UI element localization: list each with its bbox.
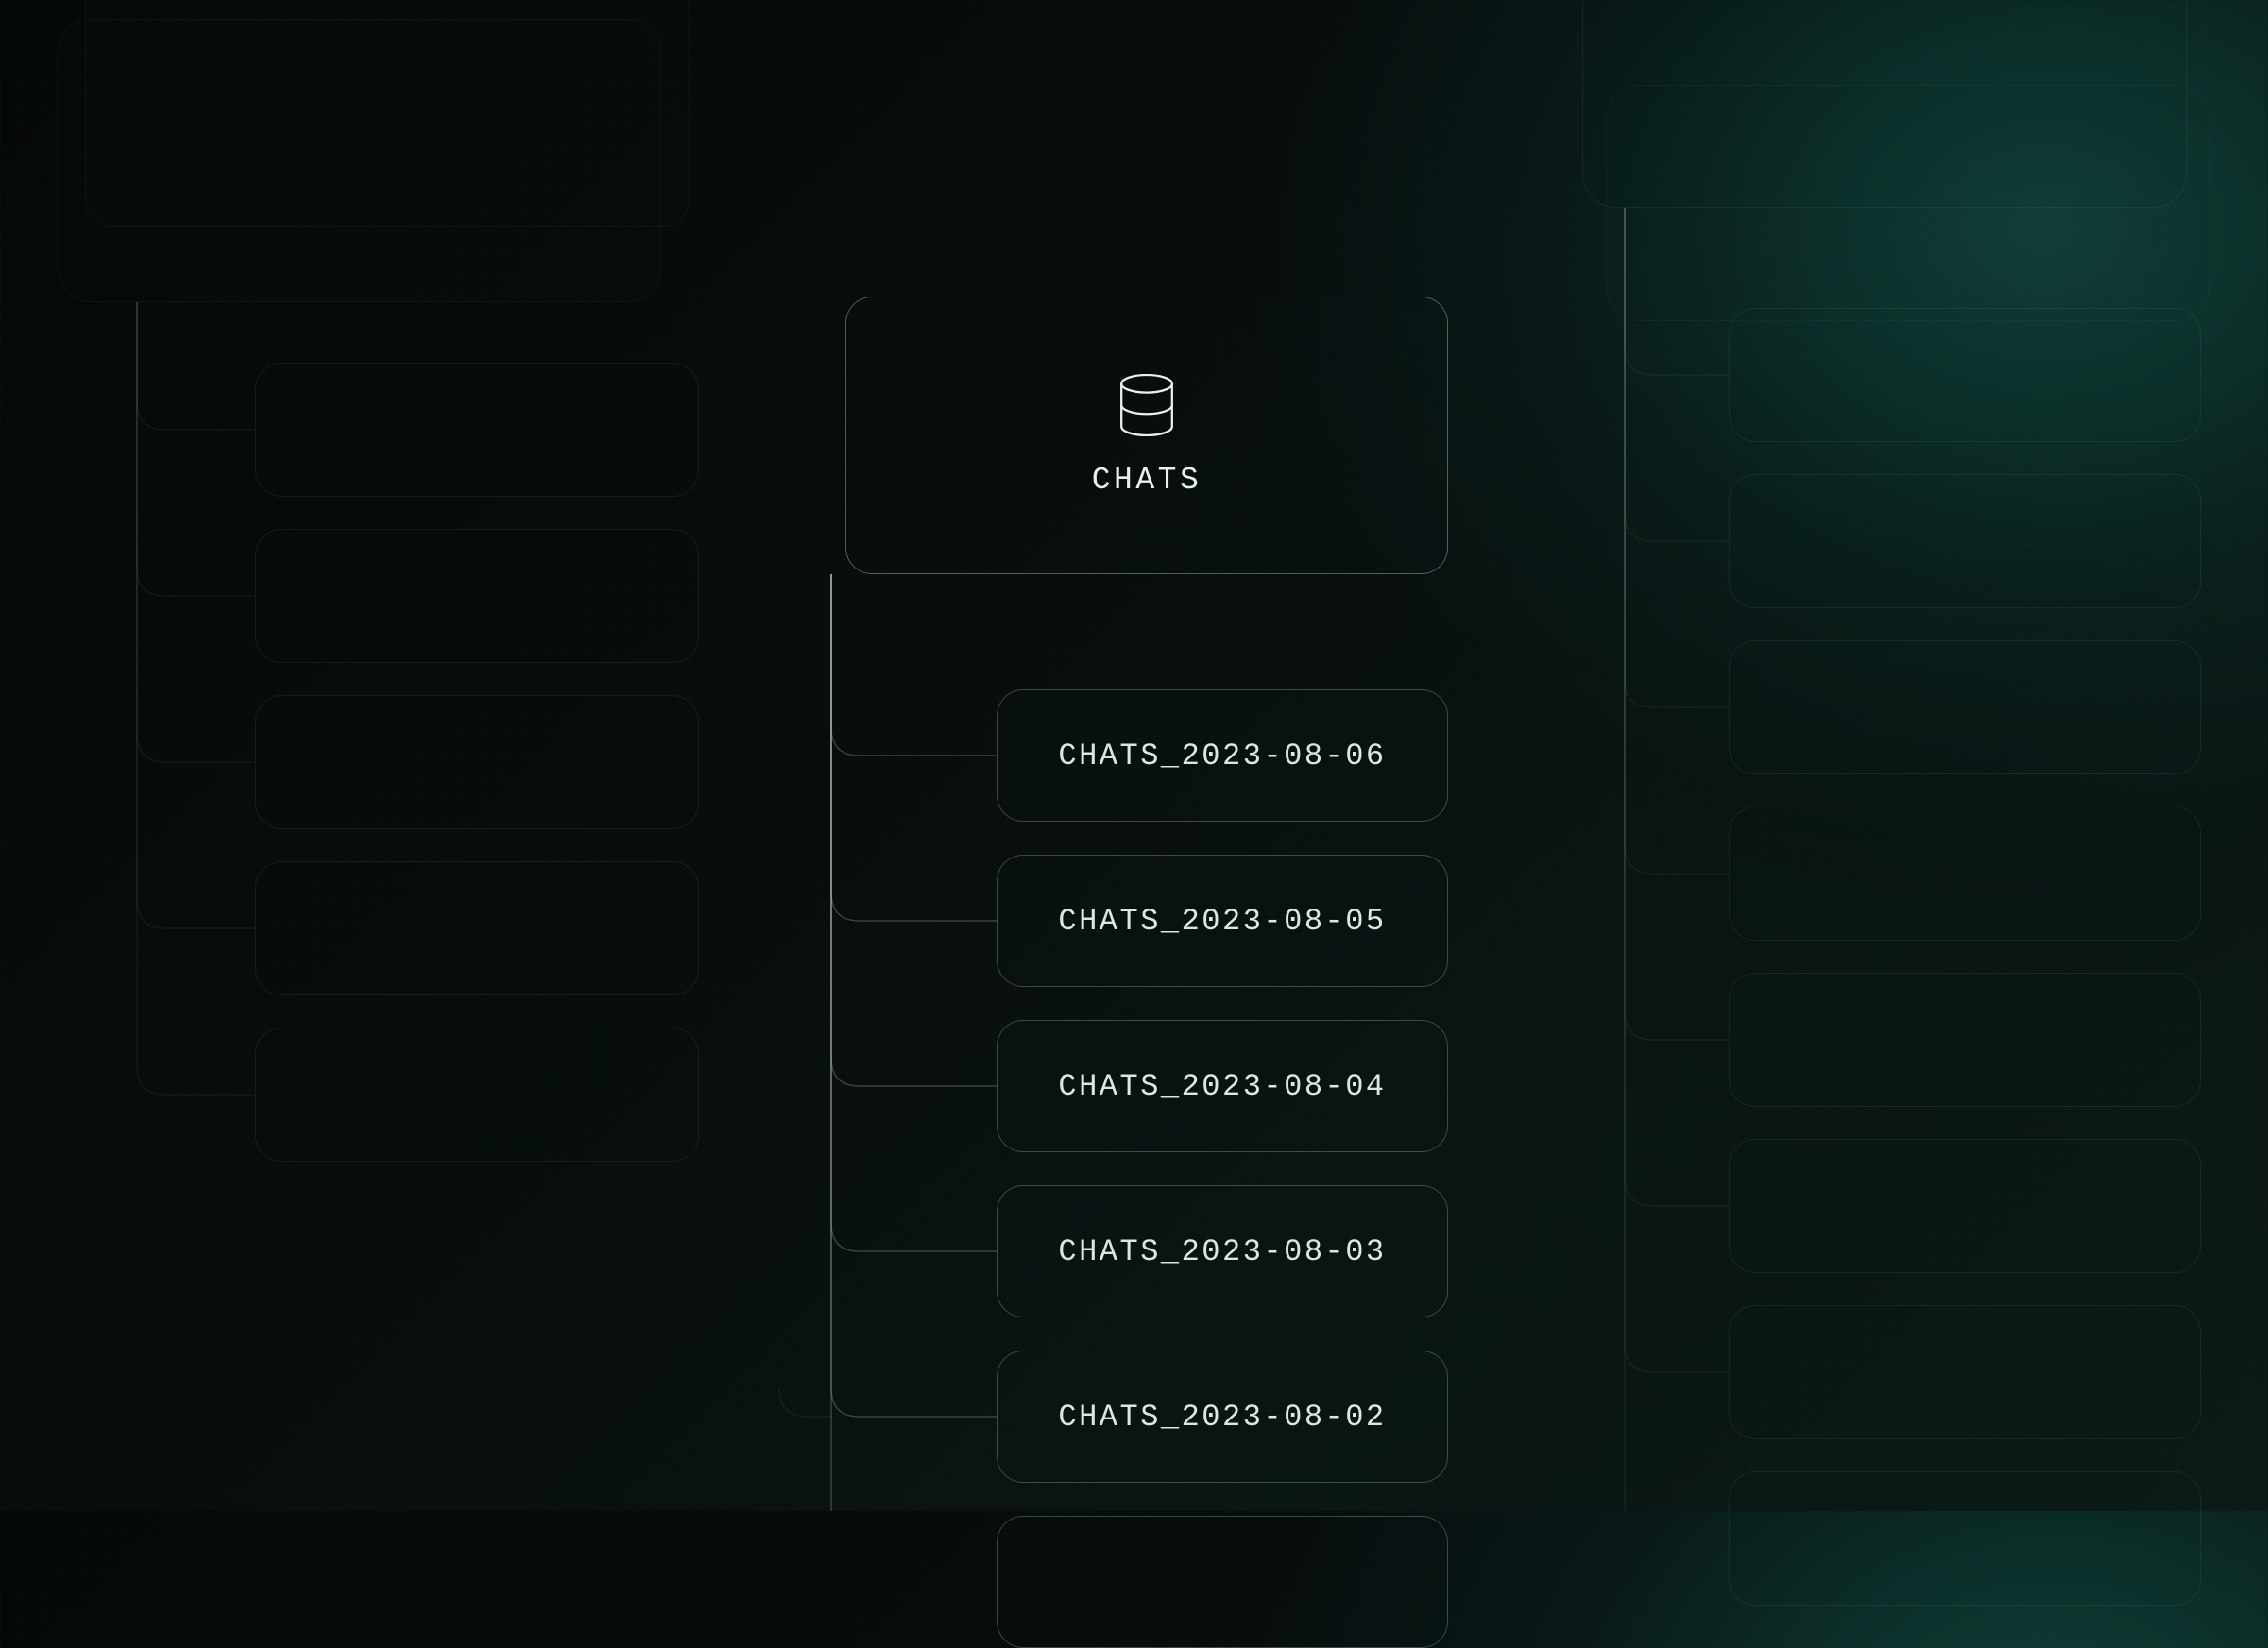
child-label: CHATS_2023-08-03 [1058,1234,1386,1269]
child-node[interactable]: CHATS_2023-08-03 [997,1185,1448,1317]
child-label: CHATS_2023-08-05 [1058,904,1386,939]
child-node[interactable]: CHATS_2023-08-04 [997,1020,1448,1152]
child-label: CHATS_2023-08-04 [1058,1069,1386,1104]
child-node[interactable]: CHATS_2023-08-05 [997,855,1448,987]
root-node-chats[interactable]: CHATS [845,297,1448,574]
diagram-canvas: CHATS CHATS_2023-08-06 CHATS_2023-08-05 … [0,0,2268,1511]
database-icon [1117,374,1176,436]
child-label: CHATS_2023-08-02 [1058,1400,1386,1435]
root-label: CHATS [1092,463,1202,498]
child-node[interactable]: CHATS_2023-08-02 [997,1351,1448,1483]
child-node[interactable]: CHATS_2023-08-06 [997,689,1448,822]
child-label: CHATS_2023-08-06 [1058,739,1386,773]
child-node-partial[interactable] [997,1516,1448,1648]
